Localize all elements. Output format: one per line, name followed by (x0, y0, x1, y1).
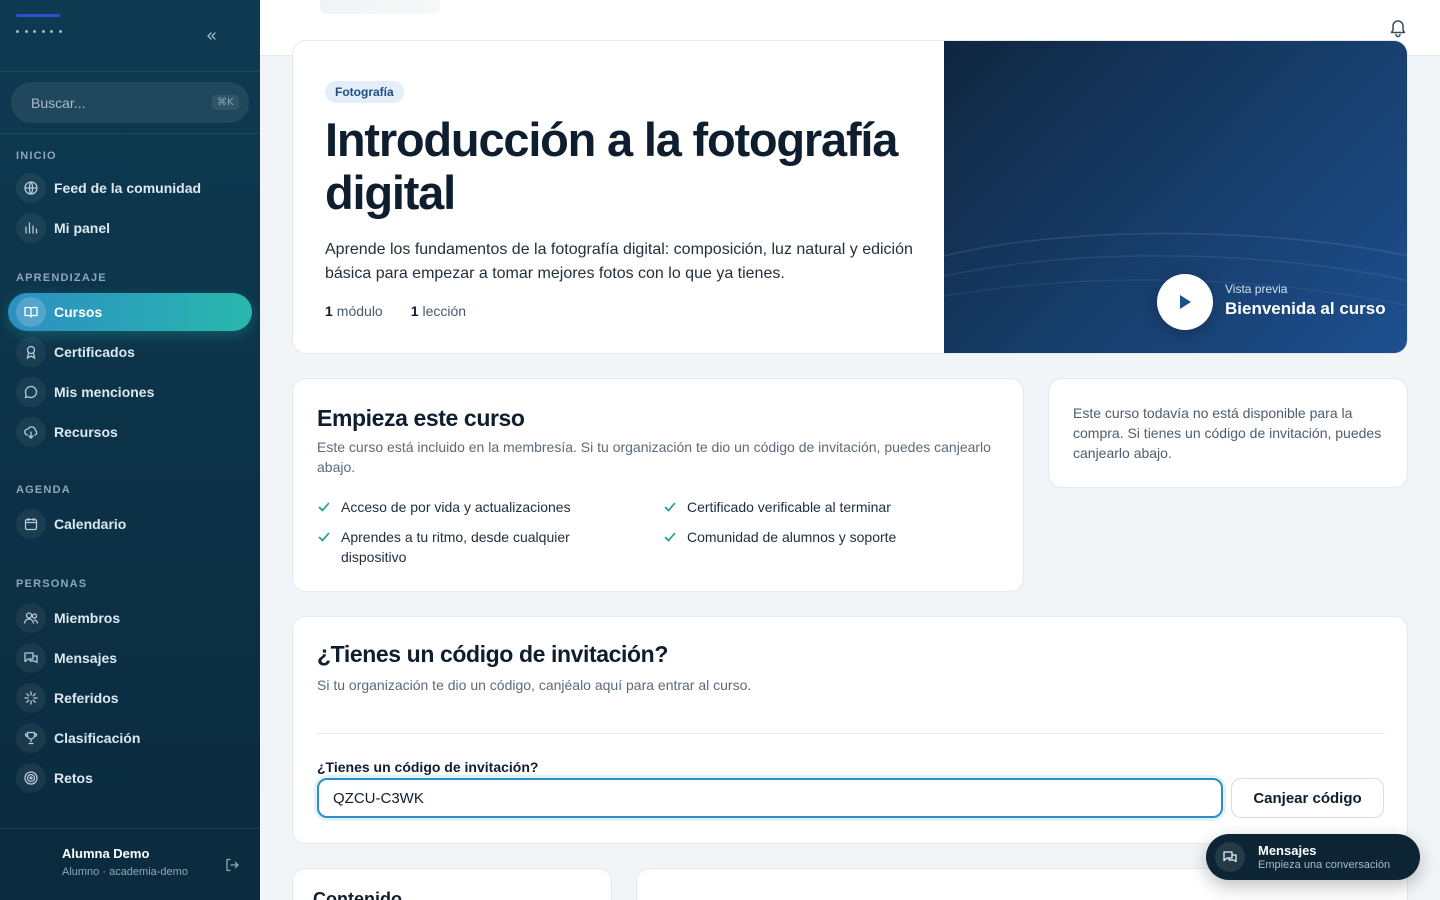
sidebar-item-miembros[interactable]: Miembros (8, 599, 252, 637)
availability-notice: Este curso todavía no está disponible pa… (1048, 378, 1408, 488)
messages-icon (16, 643, 46, 673)
target-icon (16, 763, 46, 793)
sidebar-item-mensajes[interactable]: Mensajes (8, 639, 252, 677)
globe-icon (16, 173, 46, 203)
sidebar-item-referidos[interactable]: Referidos (8, 679, 252, 717)
sidebar-item-calendario[interactable]: Calendario (8, 505, 252, 543)
trophy-icon (16, 723, 46, 753)
user-profile[interactable]: Alumna Demo Alumno · academia-demo (0, 828, 260, 900)
calendar-icon (16, 509, 46, 539)
course-description: Aprende los fundamentos de la fotografía… (325, 241, 913, 282)
invite-subtitle: Si tu organización te dio un código, can… (317, 677, 752, 693)
content-card: Contenido (292, 868, 612, 900)
sidebar-item-clasificacion[interactable]: Clasificación (8, 719, 252, 757)
stat-lessons: 1 lección (410, 303, 467, 319)
sidebar-item-label: Recursos (54, 424, 118, 440)
logout-icon[interactable] (224, 857, 240, 873)
start-course-card: Empieza este curso Este curso está inclu… (292, 378, 1024, 592)
check-icon (318, 532, 330, 542)
start-card-title: Empieza este curso (317, 405, 525, 431)
feature-item: Aprendes a tu ritmo, desde cualquier dis… (317, 527, 617, 567)
course-hero: Fotografía Introducción a la fotografía … (292, 40, 1408, 354)
sidebar-item-label: Clasificación (54, 730, 141, 746)
start-card-subtitle: Este curso está incluido en la membresía… (317, 439, 991, 475)
bar-chart-icon (16, 213, 46, 243)
check-icon (664, 532, 676, 542)
sidebar-item-label: Mis menciones (54, 384, 155, 400)
sidebar-item-label: Mensajes (54, 650, 118, 666)
preview-label: Vista previa (1225, 282, 1288, 296)
messages-icon (1215, 842, 1245, 872)
breadcrumb-placeholder (320, 0, 440, 14)
feature-item: Acceso de por vida y actualizaciones (317, 497, 617, 517)
chevrons-left-icon[interactable] (200, 26, 222, 46)
message-circle-icon (16, 377, 46, 407)
user-role: Alumno · academia-demo (62, 866, 188, 878)
section-label-inicio: INICIO (16, 150, 57, 162)
sidebar: ⌘K INICIO Feed de la comunidad Mi panel … (0, 0, 260, 900)
section-label-personas: PERSONAS (16, 578, 88, 590)
invite-code-card: ¿Tienes un código de invitación? Si tu o… (292, 616, 1408, 844)
content-title: Contenido (313, 889, 402, 900)
feature-item: Comunidad de alumnos y soporte (663, 527, 993, 547)
sidebar-item-label: Cursos (54, 304, 103, 320)
play-button[interactable] (1157, 274, 1213, 330)
bell-icon[interactable] (1388, 18, 1408, 38)
messages-widget-title: Mensajes (1258, 843, 1317, 858)
messages-widget[interactable]: Mensajes Empieza una conversación (1206, 834, 1420, 880)
notice-text: Este curso todavía no está disponible pa… (1073, 405, 1382, 461)
sidebar-search[interactable]: ⌘K (11, 82, 249, 123)
play-icon (1180, 295, 1191, 309)
video-preview[interactable]: Vista previa Bienvenida al curso (944, 41, 1407, 353)
sidebar-item-label: Retos (54, 770, 93, 786)
section-label-agenda: AGENDA (16, 484, 71, 496)
search-shortcut: ⌘K (212, 95, 239, 110)
sidebar-item-certificados[interactable]: Certificados (8, 333, 252, 371)
check-icon (318, 502, 330, 512)
course-title: Introducción a la fotografía digital (325, 113, 898, 219)
stat-modules: 1 módulo (325, 303, 383, 319)
sidebar-item-label: Calendario (54, 516, 127, 532)
users-icon (16, 603, 46, 633)
sidebar-item-label: Mi panel (54, 220, 111, 236)
search-input[interactable] (31, 94, 212, 111)
sidebar-item-label: Miembros (54, 610, 121, 626)
sidebar-item-label: Feed de la comunidad (54, 180, 202, 196)
invite-code-input[interactable] (317, 778, 1223, 818)
user-name: Alumna Demo (62, 846, 150, 861)
sidebar-item-menciones[interactable]: Mis menciones (8, 373, 252, 411)
divider (317, 733, 1385, 734)
section-label-aprendizaje: APRENDIZAJE (16, 272, 107, 284)
messages-widget-subtitle: Empieza una conversación (1258, 859, 1391, 871)
invite-title: ¿Tienes un código de invitación? (317, 641, 668, 667)
cloud-download-icon (16, 417, 46, 447)
sidebar-item-cursos[interactable]: Cursos (8, 293, 252, 331)
sidebar-header (0, 0, 260, 72)
sidebar-item-panel[interactable]: Mi panel (8, 209, 252, 247)
preview-title: Bienvenida al curso (1225, 299, 1386, 318)
sidebar-item-feed[interactable]: Feed de la comunidad (8, 169, 252, 207)
sidebar-item-retos[interactable]: Retos (8, 759, 252, 797)
category-badge: Fotografía (325, 81, 404, 103)
sparkle-icon (16, 683, 46, 713)
check-icon (664, 502, 676, 512)
sidebar-item-recursos[interactable]: Recursos (8, 413, 252, 451)
logo[interactable] (16, 14, 62, 36)
sidebar-item-label: Certificados (54, 344, 135, 360)
feature-item: Certificado verificable al terminar (663, 497, 993, 517)
sidebar-item-label: Referidos (54, 690, 119, 706)
course-stats: 1 módulo 1 lección (325, 303, 494, 319)
invite-field-label: ¿Tienes un código de invitación? (317, 759, 539, 775)
redeem-code-button[interactable]: Canjear código (1231, 778, 1384, 818)
award-icon (16, 337, 46, 367)
book-open-icon (16, 297, 46, 327)
